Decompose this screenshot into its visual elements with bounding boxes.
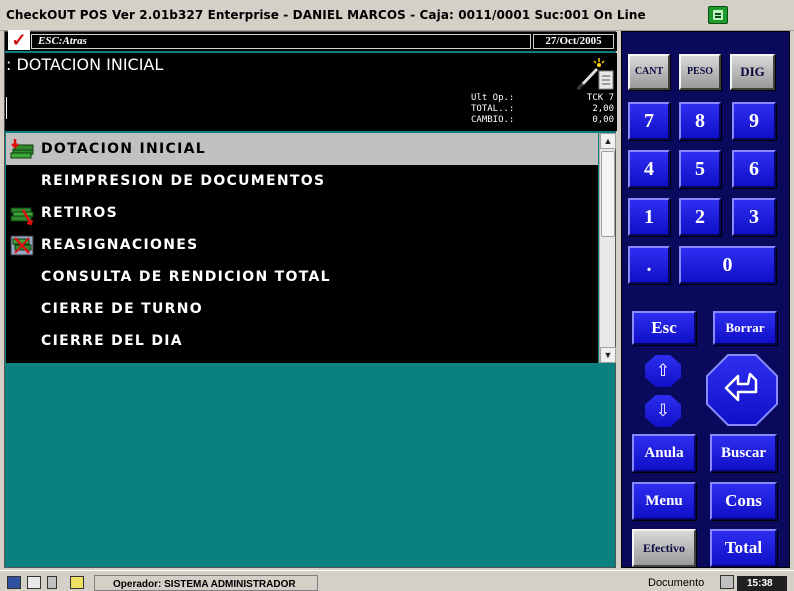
menu-item-cierre-dia[interactable]: CIERRE DEL DIA <box>6 325 598 357</box>
operator-field: Operador: SISTEMA ADMINISTRADOR <box>94 575 318 591</box>
anula-key[interactable]: Anula <box>632 434 696 472</box>
enter-arrow-icon <box>724 372 758 402</box>
checkmark-icon: ✓ <box>8 30 30 50</box>
menu-item-cierre-turno[interactable]: CIERRE DE TURNO <box>6 293 598 325</box>
cons-key[interactable]: Cons <box>710 482 777 520</box>
network-icon[interactable] <box>7 576 21 589</box>
efectivo-key[interactable]: Efectivo <box>632 529 696 567</box>
withdraw-icon <box>10 207 34 225</box>
text-cursor <box>6 97 7 119</box>
menu-item-reasignaciones[interactable]: REASIGNACIONES <box>6 229 598 261</box>
enter-key[interactable] <box>706 354 778 426</box>
digit-9-key[interactable]: 9 <box>732 102 776 140</box>
digit-3-key[interactable]: 3 <box>732 198 776 236</box>
digit-6-key[interactable]: 6 <box>732 150 776 188</box>
up-arrow-key[interactable]: ⇧ <box>645 355 681 387</box>
menu-item-retiros[interactable]: RETIROS <box>6 197 598 229</box>
document-status-icon <box>720 575 734 589</box>
digit-4-key[interactable]: 4 <box>628 150 670 188</box>
status-strip: ✓ ESC:Atras 27/Oct/2005 <box>5 30 617 51</box>
digit-1-key[interactable]: 1 <box>628 198 670 236</box>
totals-row: CAMBIO.: 0,00 <box>471 115 614 125</box>
printer-icon[interactable] <box>27 576 41 589</box>
menu-item-label: RETIROS <box>41 205 118 221</box>
window-title: CheckOUT POS Ver 2.01b327 Enterprise - D… <box>6 8 646 22</box>
digit-0-key[interactable]: 0 <box>679 246 776 284</box>
menu-item-label: DOTACION INICIAL <box>41 141 206 157</box>
esc-key[interactable]: Esc <box>632 311 696 345</box>
scroll-thumb[interactable] <box>601 151 615 237</box>
esc-hint: ESC:Atras <box>31 34 531 49</box>
dig-key[interactable]: DIG <box>730 54 775 90</box>
document-label: Documento <box>648 577 705 589</box>
scroll-down-icon[interactable]: ▼ <box>600 347 616 363</box>
keypad-panel: CANT PESO DIG 7 8 9 4 5 6 1 2 3 . 0 Esc … <box>621 31 790 568</box>
screen-heading: : DOTACION INICIAL <box>6 55 164 74</box>
menu-item-label: CIERRE DE TURNO <box>41 301 203 317</box>
display-header: : DOTACION INICIAL Ult Op.: TCK 7 TOTAL..… <box>5 53 617 131</box>
menu-item-consulta-rendicion[interactable]: CONSULTA DE RENDICION TOTAL <box>6 261 598 293</box>
reassign-icon <box>10 235 34 256</box>
digit-7-key[interactable]: 7 <box>628 102 670 140</box>
cant-key[interactable]: CANT <box>628 54 670 90</box>
cash-stack-icon <box>10 139 34 159</box>
warning-icon[interactable] <box>70 576 84 589</box>
menu-item-dotacion-inicial[interactable]: DOTACION INICIAL <box>6 133 598 165</box>
main-panel: ✓ ESC:Atras 27/Oct/2005 : DOTACION INICI… <box>4 30 617 568</box>
menu-item-label: REIMPRESION DE DOCUMENTOS <box>41 173 326 189</box>
menu-item-label: CONSULTA DE RENDICION TOTAL <box>41 269 331 285</box>
option-menu: DOTACION INICIAL REIMPRESION DE DOCUMENT… <box>6 133 598 363</box>
app-icon[interactable] <box>708 6 728 24</box>
total-key[interactable]: Total <box>710 529 777 567</box>
scroll-up-icon[interactable]: ▲ <box>600 133 616 149</box>
menu-key[interactable]: Menu <box>632 482 696 520</box>
magic-wand-icon <box>576 58 614 91</box>
down-arrow-key[interactable]: ⇩ <box>645 395 681 427</box>
totals-row: Ult Op.: TCK 7 <box>471 93 614 103</box>
buscar-key[interactable]: Buscar <box>710 434 777 472</box>
peso-key[interactable]: PESO <box>679 54 721 90</box>
borrar-key[interactable]: Borrar <box>713 311 777 345</box>
drawer-icon[interactable] <box>47 576 57 589</box>
title-bar: CheckOUT POS Ver 2.01b327 Enterprise - D… <box>0 0 794 31</box>
digit-2-key[interactable]: 2 <box>679 198 721 236</box>
menu-item-label: REASIGNACIONES <box>41 237 199 253</box>
decimal-key[interactable]: . <box>628 246 670 284</box>
down-arrow-icon: ⇩ <box>655 401 671 420</box>
up-arrow-icon: ⇧ <box>655 361 671 380</box>
totals-row: TOTAL..: 2,00 <box>471 104 614 114</box>
digit-8-key[interactable]: 8 <box>679 102 721 140</box>
bottom-status-bar: Operador: SISTEMA ADMINISTRADOR Document… <box>0 570 794 591</box>
date-display: 27/Oct/2005 <box>533 34 614 49</box>
clock: 15:38 <box>737 576 787 591</box>
menu-item-label: CIERRE DEL DIA <box>41 333 183 349</box>
menu-scrollbar[interactable]: ▲ ▼ <box>599 133 616 363</box>
totals-panel: Ult Op.: TCK 7 TOTAL..: 2,00 CAMBIO.: 0,00 <box>471 93 614 126</box>
digit-5-key[interactable]: 5 <box>679 150 721 188</box>
menu-item-reimpresion[interactable]: REIMPRESION DE DOCUMENTOS <box>6 165 598 197</box>
